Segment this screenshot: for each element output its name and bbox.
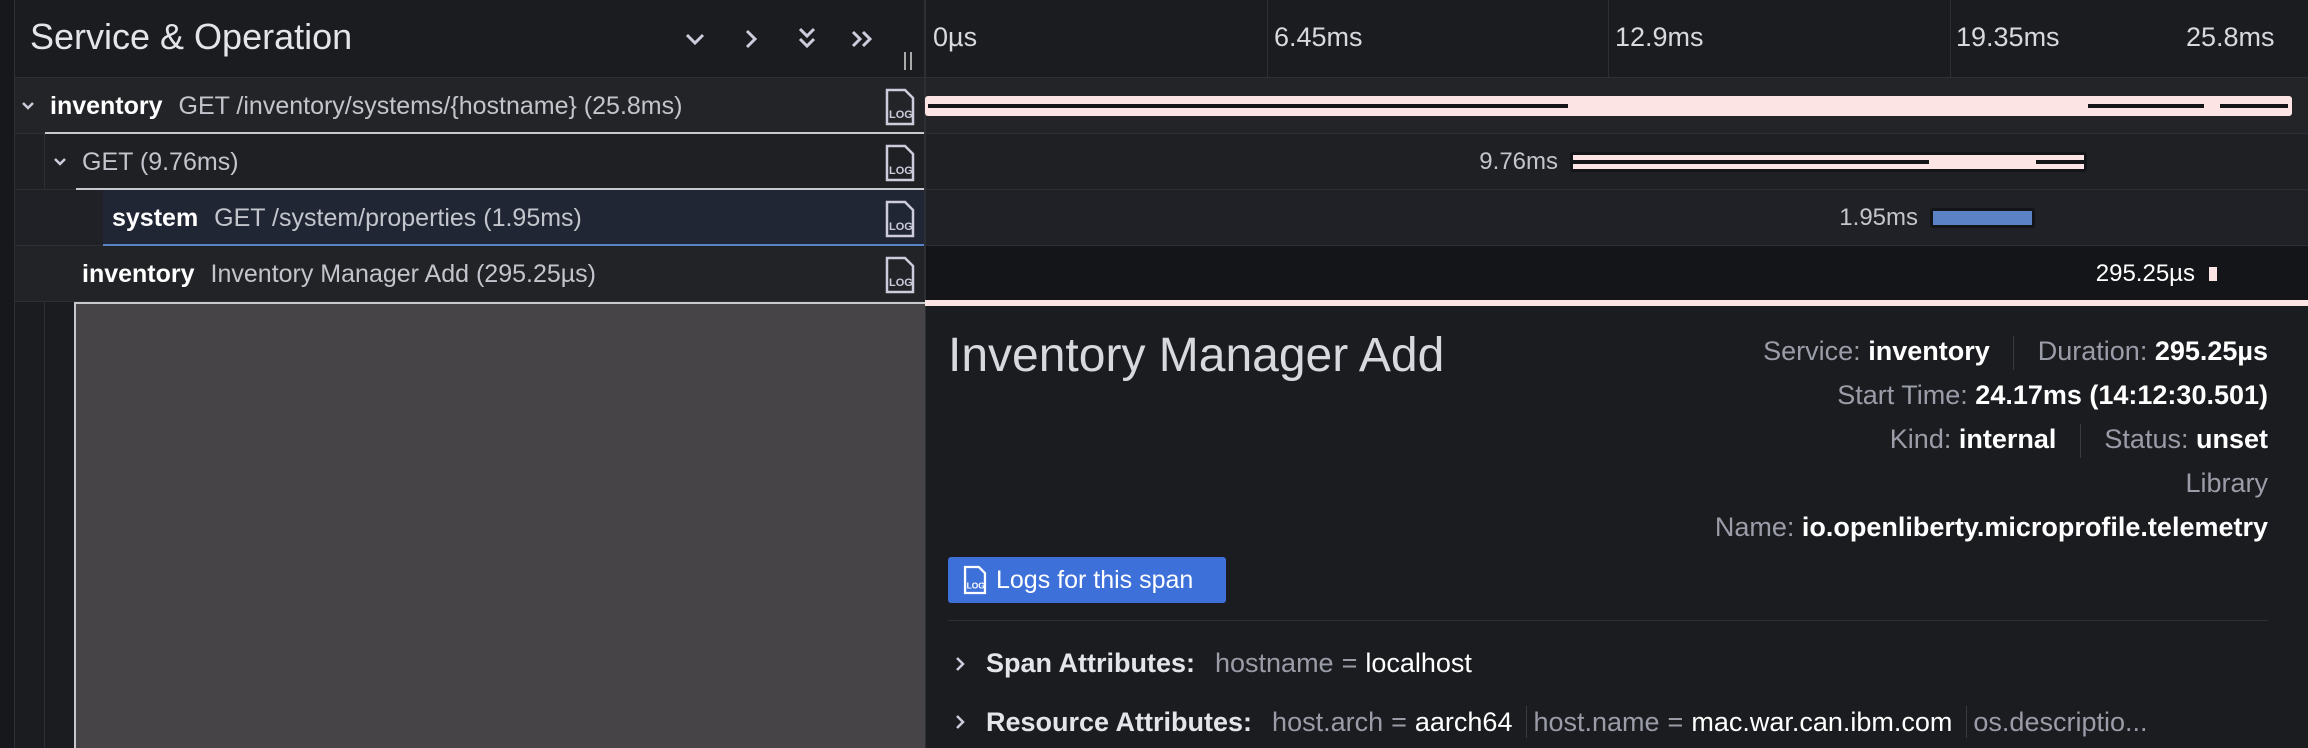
span-bar[interactable] [2206, 264, 2220, 284]
span-label: inventory Inventory Manager Add (295.25µ… [82, 246, 596, 302]
logs-for-span-button[interactable]: LOG Logs for this span [948, 557, 1226, 603]
span-attributes-label: Span Attributes: [986, 648, 1195, 678]
row-underline [76, 188, 925, 190]
log-icon[interactable]: LOG [883, 256, 917, 294]
detail-spacer [74, 302, 925, 748]
attr-key-truncated: os.descriptio... [1973, 706, 2148, 737]
separator [1526, 706, 1528, 738]
attr-key: hostname [1215, 648, 1334, 678]
service-label: Service: [1763, 336, 1861, 367]
span-bar-inner [1573, 160, 1929, 164]
resource-attributes-row[interactable]: Resource Attributes: host.arch = aarch64… [948, 706, 2147, 738]
log-icon: LOG [963, 565, 987, 595]
chevron-right-icon [956, 656, 965, 671]
attr-value: mac.war.can.ibm.com [1691, 706, 1953, 737]
double-chevron-down-icon[interactable] [792, 22, 822, 54]
tick-label-2: 12.9ms [1615, 22, 1704, 52]
attr-eq: = [1341, 648, 1358, 678]
svg-text:LOG: LOG [889, 109, 913, 121]
svg-text:LOG: LOG [889, 221, 913, 233]
kind-label: Kind: [1889, 424, 1952, 455]
attr-value: localhost [1365, 648, 1472, 678]
log-icon[interactable]: LOG [883, 88, 917, 126]
span-label: system GET /system/properties (1.95ms) [112, 190, 582, 246]
service-name: system [112, 203, 199, 232]
chevron-down-icon[interactable] [18, 96, 38, 116]
detail-line-name: Name: io.openliberty.microprofile.teleme… [1715, 512, 2268, 543]
attr-eq: = [1391, 706, 1407, 737]
duration-label: Duration: [2037, 336, 2148, 367]
operation-name: GET /inventory/systems/{hostname} (25.8m… [178, 91, 683, 120]
chevron-down-icon[interactable] [50, 152, 70, 172]
logs-button-label: Logs for this span [996, 565, 1194, 594]
separator [1966, 706, 1968, 738]
separator [2079, 424, 2081, 458]
span-attributes-row[interactable]: Span Attributes: hostname = localhost [948, 648, 1472, 679]
column-resizer[interactable] [904, 52, 912, 70]
span-duration-label: 9.76ms [1479, 148, 1558, 175]
attr-key: host.name [1533, 706, 1660, 737]
operation-name: GET /system/properties (1.95ms) [214, 203, 582, 232]
status-value: unset [2195, 424, 2268, 455]
chevron-down-icon[interactable] [680, 24, 710, 54]
span-label: GET (9.76ms) [82, 134, 239, 190]
svg-text:LOG: LOG [889, 277, 913, 289]
detail-line-library: Library [2185, 468, 2268, 499]
tick-label-1: 6.45ms [1274, 22, 1363, 52]
tick-label-3: 19.35ms [1956, 22, 2060, 52]
chevron-right-icon[interactable] [736, 24, 766, 54]
tick-label-0: 0µs [933, 22, 978, 52]
duration-value: 295.25µs [2154, 336, 2268, 367]
chevron-right-icon [956, 715, 965, 729]
attr-value: aarch64 [1414, 706, 1513, 737]
attr-key: host.arch [1272, 706, 1384, 737]
operation-name: Inventory Manager Add (295.25µs) [210, 259, 596, 288]
operation-name: GET (9.76ms) [82, 147, 239, 176]
status-label: Status: [2104, 424, 2189, 455]
svg-text:LOG: LOG [967, 580, 986, 590]
kind-value: internal [1958, 424, 2057, 455]
name-label: Name: [1714, 512, 1795, 542]
service-name: inventory [50, 91, 163, 120]
separator [2013, 336, 2015, 370]
svg-text:LOG: LOG [889, 165, 913, 177]
attr-eq: = [1667, 706, 1684, 737]
divider [948, 620, 2268, 621]
span-bar-inner [2220, 104, 2288, 108]
detail-line-start: Start Time: 24.17ms (14:12:30.501) [1837, 380, 2268, 411]
log-icon[interactable]: LOG [883, 144, 917, 182]
library-label: Library [2185, 468, 2268, 498]
span-bar[interactable] [1930, 208, 2035, 228]
span-duration-label: 1.95ms [1839, 204, 1918, 231]
log-icon[interactable]: LOG [883, 200, 917, 238]
row-underline [45, 132, 925, 134]
span-duration-label: 295.25µs [2095, 260, 2195, 287]
service-value: inventory [1868, 336, 1990, 367]
detail-line-service: Service: inventory Duration: 295.25µs [1763, 336, 2268, 370]
start-label: Start Time: [1837, 380, 1968, 410]
start-value: 24.17ms (14:12:30.501) [1975, 380, 2268, 410]
page-title: Service & Operation [30, 16, 353, 57]
resource-attributes-label: Resource Attributes: [986, 706, 1253, 737]
service-name: inventory [82, 259, 195, 288]
tick-label-4: 25.8ms [2186, 22, 2275, 52]
span-bar-inner [2036, 160, 2084, 164]
detail-line-kind: Kind: internal Status: unset [1890, 424, 2268, 458]
span-bar-inner [2088, 104, 2204, 108]
name-value: io.openliberty.microprofile.telemetry [1801, 512, 2268, 542]
span-label: inventory GET /inventory/systems/{hostna… [50, 78, 682, 134]
detail-title: Inventory Manager Add [948, 329, 1445, 382]
span-bar-inner [928, 104, 1568, 108]
left-gutter [0, 0, 15, 748]
double-chevron-right-icon[interactable] [846, 24, 878, 54]
